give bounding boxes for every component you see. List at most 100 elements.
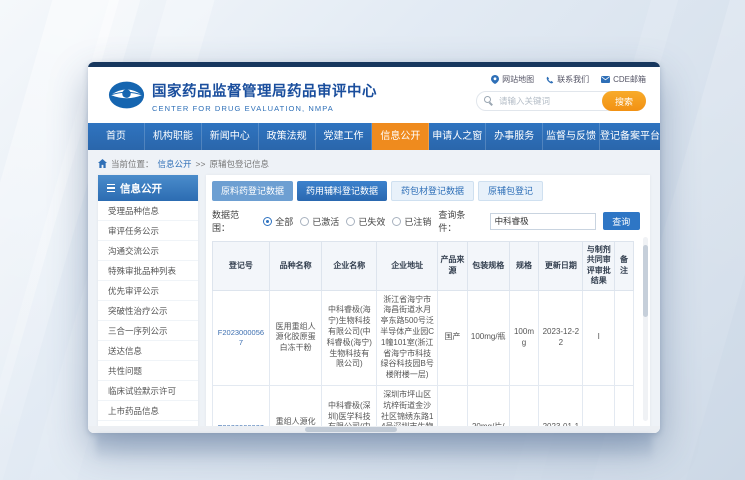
breadcrumb-section-link[interactable]: 信息公开: [158, 158, 192, 170]
cell-spec: 100mg: [509, 290, 538, 385]
cell-updated: 2023-12-22: [539, 290, 583, 385]
radio-cancelled-icon[interactable]: [392, 217, 401, 226]
query-button[interactable]: 查询: [603, 212, 640, 230]
sidebar-item-review-tasks[interactable]: 审评任务公示: [98, 221, 198, 241]
window-reflection: [96, 435, 652, 461]
menu-icon: [107, 184, 115, 193]
breadcrumb-prefix: 当前位置：: [111, 158, 154, 170]
mailbox-link[interactable]: CDE邮箱: [601, 74, 646, 85]
header-search: 搜索: [476, 91, 646, 111]
col-reg-no: 登记号: [213, 242, 270, 291]
sitemap-link-label: 网站地图: [502, 74, 534, 85]
nav-item-registration-platform[interactable]: 登记备案平台: [600, 123, 660, 150]
col-updated: 更新日期: [539, 242, 583, 291]
sidebar-item-priority-review[interactable]: 优先审评公示: [98, 281, 198, 301]
tab-packaging-data[interactable]: 药包材登记数据: [391, 181, 474, 201]
cell-remark: [615, 290, 634, 385]
col-company: 企业名称: [322, 242, 377, 291]
phone-icon: [546, 76, 554, 84]
sidebar-title: 信息公开: [98, 175, 198, 201]
radio-all-icon[interactable]: [263, 217, 272, 226]
site-title: 国家药品监督管理局药品审评中心: [152, 80, 377, 101]
cell-name: 医用重组人源化胶原蛋白冻干粉: [269, 290, 322, 385]
col-pack: 包装规格: [467, 242, 509, 291]
cell-address: 浙江省海宁市海昌街道水月亭东路500号泛半导体产业园C1幢101室(浙江省海宁市…: [377, 290, 438, 385]
site-subtitle: CENTER FOR DRUG EVALUATION, NMPA: [152, 104, 377, 113]
col-spec: 规格: [509, 242, 538, 291]
sidebar-item-marketed-drugs[interactable]: 上市药品信息: [98, 401, 198, 421]
breadcrumb-current: 原辅包登记信息: [209, 158, 269, 170]
table-vertical-scrollbar[interactable]: [643, 237, 648, 421]
map-pin-icon: [491, 75, 499, 84]
breadcrumb-separator: >>: [196, 159, 206, 169]
scrollbar-thumb[interactable]: [643, 245, 648, 317]
registration-table: 登记号 品种名称 企业名称 企业地址 产品来源 包装规格 规格 更新日期 与制剂…: [212, 241, 634, 433]
sidebar-title-label: 信息公开: [120, 181, 162, 196]
nav-item-info-disclosure[interactable]: 信息公开: [372, 123, 429, 150]
header-right: 网站地图 联系我们 CDE邮箱 搜索: [476, 74, 646, 111]
browser-window: 国家药品监督管理局药品审评中心 CENTER FOR DRUG EVALUATI…: [88, 62, 660, 433]
radio-active[interactable]: 已激活: [300, 215, 339, 228]
tab-raw-aux-pack[interactable]: 原辅包登记: [478, 181, 543, 201]
sidebar-item-three-in-one[interactable]: 三合一序列公示: [98, 321, 198, 341]
sidebar-item-common-issues[interactable]: 共性问题: [98, 361, 198, 381]
col-address: 企业地址: [377, 242, 438, 291]
cell-pack: 100mg/瓶: [467, 290, 509, 385]
scope-label: 数据范围：: [212, 208, 256, 234]
tab-api-data[interactable]: 原料药登记数据: [212, 181, 293, 201]
nav-item-feedback[interactable]: 监督与反馈: [543, 123, 600, 150]
col-joint-review-result: 与制剂共同审评审批结果: [583, 242, 615, 291]
site-header: 国家药品监督管理局药品审评中心 CENTER FOR DRUG EVALUATI…: [88, 67, 660, 123]
site-title-block: 国家药品监督管理局药品审评中心 CENTER FOR DRUG EVALUATI…: [152, 80, 377, 113]
sidebar: 信息公开 受理品种信息 审评任务公示 沟通交流公示 特殊审批品种列表 优先审评公…: [98, 175, 198, 429]
contact-link-label: 联系我们: [557, 74, 589, 85]
mail-icon: [601, 76, 610, 83]
query-input[interactable]: [490, 213, 596, 230]
col-name: 品种名称: [269, 242, 322, 291]
content-area: 当前位置： 信息公开 >> 原辅包登记信息 信息公开 受理品种信息 审评任务公示…: [88, 150, 660, 433]
sitemap-link[interactable]: 网站地图: [491, 74, 534, 85]
cell-result: I: [583, 290, 615, 385]
sidebar-item-delivery-info[interactable]: 送达信息: [98, 341, 198, 361]
search-icon: [484, 96, 491, 103]
tabs: 原料药登记数据 药用辅料登记数据 药包材登记数据 原辅包登记: [212, 181, 640, 201]
sidebar-item-special-approval[interactable]: 特殊审批品种列表: [98, 261, 198, 281]
radio-expired[interactable]: 已失效: [346, 215, 385, 228]
query-label: 查询条件：: [438, 208, 482, 234]
radio-active-icon[interactable]: [300, 217, 309, 226]
home-icon: [98, 159, 107, 168]
sidebar-item-breakthrough-therapy[interactable]: 突破性治疗公示: [98, 301, 198, 321]
tab-excipient-data[interactable]: 药用辅料登记数据: [297, 181, 387, 201]
table-row: F20230000567 医用重组人源化胶原蛋白冻干粉 中科睿极(海宁)生物科技…: [213, 290, 634, 385]
nav-item-home[interactable]: 首页: [88, 123, 145, 150]
radio-expired-icon[interactable]: [346, 217, 355, 226]
cell-company: 中科睿极(海宁)生物科技有限公司(中科睿极(海宁)生物科技有限公司): [322, 290, 377, 385]
nav-item-applicant[interactable]: 申请人之窗: [429, 123, 486, 150]
cde-logo: [108, 80, 145, 110]
nav-item-policy[interactable]: 政策法规: [259, 123, 316, 150]
nav-item-news[interactable]: 新闻中心: [202, 123, 259, 150]
col-origin: 产品来源: [438, 242, 467, 291]
cell-origin: 国产: [438, 290, 467, 385]
nav-item-functions[interactable]: 机构职能: [145, 123, 202, 150]
col-remark: 备注: [615, 242, 634, 291]
horizontal-scrollbar[interactable]: [88, 426, 660, 433]
breadcrumb: 当前位置： 信息公开 >> 原辅包登记信息: [98, 156, 650, 171]
main-panel: 原料药登记数据 药用辅料登记数据 药包材登记数据 原辅包登记 数据范围： 全部 …: [206, 175, 650, 429]
scrollbar-thumb[interactable]: [305, 427, 397, 432]
quick-links: 网站地图 联系我们 CDE邮箱: [491, 74, 646, 85]
cell-reg-no[interactable]: F20230000567: [213, 290, 270, 385]
sidebar-item-accepted-varieties[interactable]: 受理品种信息: [98, 201, 198, 221]
sidebar-item-clinical-trial-implied-license[interactable]: 临床试验默示许可: [98, 381, 198, 401]
search-button[interactable]: 搜索: [602, 91, 646, 111]
filter-row: 数据范围： 全部 已激活 已失效 已注销 查询条件： 查询: [212, 208, 640, 234]
nav-item-party[interactable]: 党建工作: [316, 123, 373, 150]
mailbox-link-label: CDE邮箱: [613, 74, 646, 85]
table-header-row: 登记号 品种名称 企业名称 企业地址 产品来源 包装规格 规格 更新日期 与制剂…: [213, 242, 634, 291]
sidebar-item-communication[interactable]: 沟通交流公示: [98, 241, 198, 261]
nav-item-services[interactable]: 办事服务: [486, 123, 543, 150]
main-nav: 首页 机构职能 新闻中心 政策法规 党建工作 信息公开 申请人之窗 办事服务 监…: [88, 123, 660, 150]
radio-cancelled[interactable]: 已注销: [392, 215, 431, 228]
contact-link[interactable]: 联系我们: [546, 74, 589, 85]
radio-all[interactable]: 全部: [263, 215, 293, 228]
